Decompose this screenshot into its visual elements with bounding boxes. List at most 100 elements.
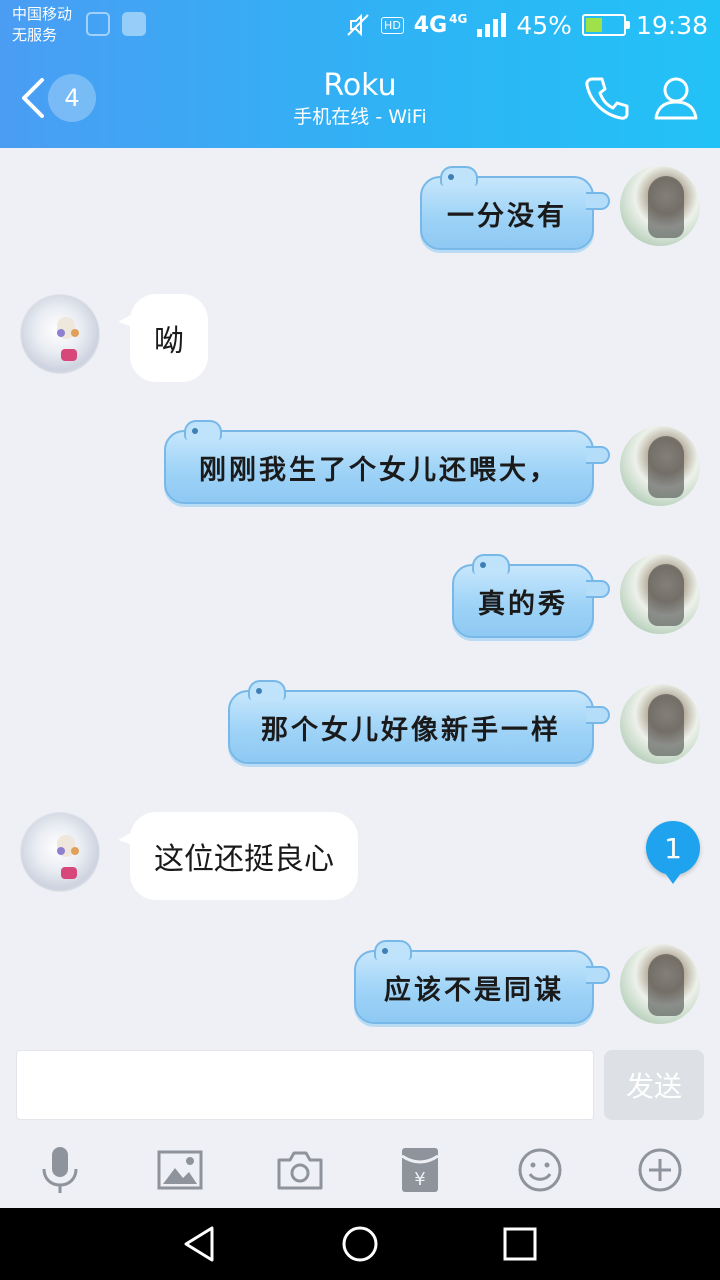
bubble-tail: [586, 580, 610, 598]
hd-voice-icon: HD: [381, 16, 404, 34]
bubble-tail: [586, 966, 610, 984]
my-avatar[interactable]: [620, 684, 700, 764]
message-row: 一分没有: [0, 166, 720, 256]
call-button[interactable]: [580, 72, 632, 124]
message-text: 那个女儿好像新手一样: [261, 714, 561, 746]
avatar-eye: [71, 329, 79, 337]
bubble-ear: [440, 166, 478, 186]
bubble-ear: [374, 940, 412, 960]
album-button[interactable]: [150, 1140, 210, 1200]
bubble-ear: [248, 680, 286, 700]
bubble-tail: [586, 706, 610, 724]
message-bubble-sent[interactable]: 刚刚我生了个女儿还喂大，: [164, 420, 610, 504]
bubble-tail: [586, 446, 610, 464]
message-text: 真的秀: [478, 588, 568, 620]
message-row: 那个女儿好像新手一样: [0, 680, 720, 774]
service-status: 无服务: [12, 26, 58, 44]
svg-text:¥: ¥: [414, 1169, 425, 1190]
message-bubble-sent[interactable]: 应该不是同谋: [354, 940, 610, 1024]
contact-name: Roku: [323, 68, 397, 103]
input-bar: 发送 ¥: [0, 1036, 720, 1208]
avatar-eye: [57, 847, 65, 855]
bubble-ear: [184, 420, 222, 440]
contact-avatar[interactable]: [20, 294, 100, 374]
image-icon: [157, 1150, 203, 1190]
input-toolbar: ¥: [0, 1140, 720, 1200]
my-avatar[interactable]: [620, 166, 700, 246]
network-type-small: 4G: [449, 12, 468, 26]
message-list[interactable]: 一分没有 呦 刚刚我生了个女儿还喂大， 真的秀 那个女儿好像新手一样 这位还挺良…: [0, 148, 720, 1036]
nav-home-icon: [342, 1226, 378, 1262]
profile-button[interactable]: [650, 72, 702, 124]
back-button[interactable]: [14, 74, 50, 122]
microphone-icon: [42, 1147, 78, 1193]
message-bubble-sent[interactable]: 真的秀: [452, 554, 610, 638]
battery-icon: [581, 14, 630, 36]
online-status: 手机在线 - WiFi: [293, 106, 427, 128]
back-arrow-icon: [22, 78, 44, 118]
message-row: 应该不是同谋: [0, 940, 720, 1034]
my-avatar[interactable]: [620, 944, 700, 1024]
message-row: 呦: [0, 294, 720, 384]
gallery-notification-icon: [122, 12, 146, 36]
avatar-art: [648, 954, 684, 1016]
message-bubble-sent[interactable]: 一分没有: [420, 166, 610, 250]
message-text: 这位还挺良心: [154, 842, 334, 877]
emoji-icon: [518, 1148, 562, 1192]
avatar-art: [648, 564, 684, 626]
avatar-ribbon: [61, 867, 77, 879]
avatar-art: [648, 694, 684, 756]
signal-icon: [477, 13, 507, 37]
phone-icon: [585, 77, 629, 120]
message-text: 应该不是同谋: [384, 974, 564, 1006]
message-row: 刚刚我生了个女儿还喂大，: [0, 420, 720, 516]
clock: 19:38: [635, 10, 708, 40]
avatar-eye: [71, 847, 79, 855]
carrier-info: 中国移动 无服务: [12, 4, 72, 46]
camera-button[interactable]: [270, 1140, 330, 1200]
bubble-ear: [472, 554, 510, 574]
carrier-name: 中国移动: [12, 5, 73, 23]
avatar-eye: [57, 329, 65, 337]
more-button[interactable]: [630, 1140, 690, 1200]
message-bubble-sent[interactable]: 那个女儿好像新手一样: [228, 680, 610, 764]
unread-count-badge[interactable]: 4: [48, 74, 96, 122]
system-nav-bar: [0, 1208, 720, 1280]
avatar-ribbon: [61, 349, 77, 361]
message-row: 真的秀: [0, 554, 720, 644]
message-text: 刚刚我生了个女儿还喂大，: [199, 454, 559, 486]
nav-recents-icon: [503, 1227, 537, 1261]
status-right: HD 4G 4G 45% 19:38: [345, 6, 708, 44]
contact-info[interactable]: Roku 手机在线 - WiFi: [160, 68, 560, 130]
battery-fill: [585, 18, 603, 32]
user-icon: [654, 77, 698, 120]
bubble-tail: [586, 192, 610, 210]
new-message-badge[interactable]: 1: [646, 821, 700, 884]
camera-icon: [277, 1151, 323, 1190]
nav-recents-button[interactable]: [496, 1220, 544, 1268]
red-packet-button[interactable]: ¥: [390, 1140, 450, 1200]
network-type: 4G: [413, 12, 448, 38]
nav-home-button[interactable]: [336, 1220, 384, 1268]
nav-back-icon: [184, 1226, 214, 1262]
message-input[interactable]: [16, 1050, 594, 1120]
mute-icon: [347, 13, 369, 37]
nav-back-button[interactable]: [176, 1220, 224, 1268]
send-button[interactable]: 发送: [604, 1050, 704, 1120]
my-avatar[interactable]: [620, 554, 700, 634]
battery-percent: 45%: [516, 10, 572, 40]
chat-header: 中国移动 无服务 HD 4G 4G 45% 19:38 4 Roku 手机在线 …: [0, 0, 720, 148]
voice-button[interactable]: [30, 1140, 90, 1200]
my-avatar[interactable]: [620, 426, 700, 506]
message-row: 这位还挺良心: [0, 812, 720, 902]
message-text: 呦: [154, 324, 184, 359]
red-packet-icon: ¥: [401, 1148, 439, 1192]
contact-avatar[interactable]: [20, 812, 100, 892]
avatar-art: [648, 176, 684, 238]
message-bubble-received[interactable]: 这位还挺良心: [118, 812, 358, 900]
message-bubble-received[interactable]: 呦: [118, 294, 208, 382]
sync-icon: [86, 12, 110, 36]
plus-icon: [638, 1148, 682, 1192]
avatar-art: [648, 436, 684, 498]
emoji-button[interactable]: [510, 1140, 570, 1200]
